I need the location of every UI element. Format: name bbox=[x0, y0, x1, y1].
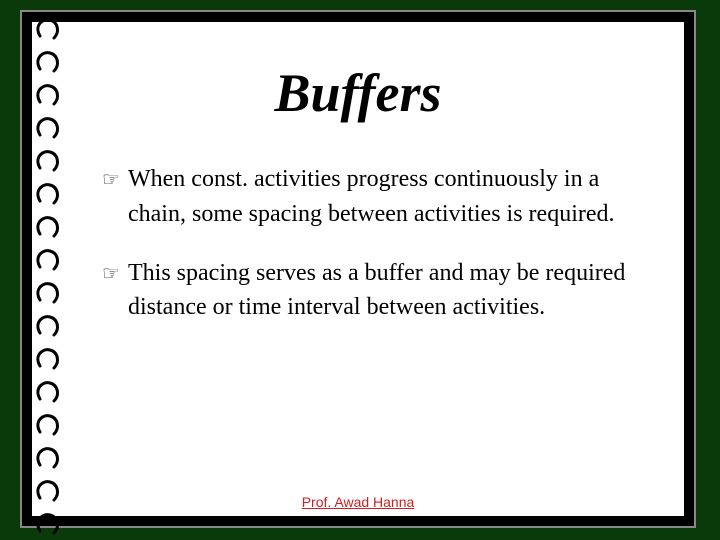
slide-body: ☞ When const. activities progress contin… bbox=[102, 162, 644, 349]
bullet-item: ☞ When const. activities progress contin… bbox=[102, 162, 644, 232]
spiral-ring-icon bbox=[36, 313, 62, 339]
spiral-ring-icon bbox=[36, 280, 62, 306]
spiral-ring-icon bbox=[36, 511, 62, 537]
slide-frame: Buffers ☞ When const. activities progres… bbox=[20, 10, 696, 528]
spiral-ring-icon bbox=[36, 412, 62, 438]
spiral-ring-icon bbox=[36, 379, 62, 405]
hand-icon: ☞ bbox=[102, 166, 120, 195]
spiral-ring-icon bbox=[36, 214, 62, 240]
bullet-text: When const. activities progress continuo… bbox=[128, 166, 615, 227]
slide-footer: Prof. Awad Hanna bbox=[32, 494, 684, 510]
spiral-ring-icon bbox=[36, 346, 62, 372]
hand-icon: ☞ bbox=[102, 260, 120, 289]
spiral-ring-icon bbox=[36, 181, 62, 207]
spiral-ring-icon bbox=[36, 247, 62, 273]
slide-title: Buffers bbox=[32, 62, 684, 124]
spiral-ring-icon bbox=[36, 16, 62, 42]
spiral-ring-icon bbox=[36, 148, 62, 174]
bullet-item: ☞ This spacing serves as a buffer and ma… bbox=[102, 256, 644, 326]
spiral-ring-icon bbox=[36, 445, 62, 471]
slide-page: Buffers ☞ When const. activities progres… bbox=[32, 22, 684, 516]
bullet-text: This spacing serves as a buffer and may … bbox=[128, 260, 625, 321]
